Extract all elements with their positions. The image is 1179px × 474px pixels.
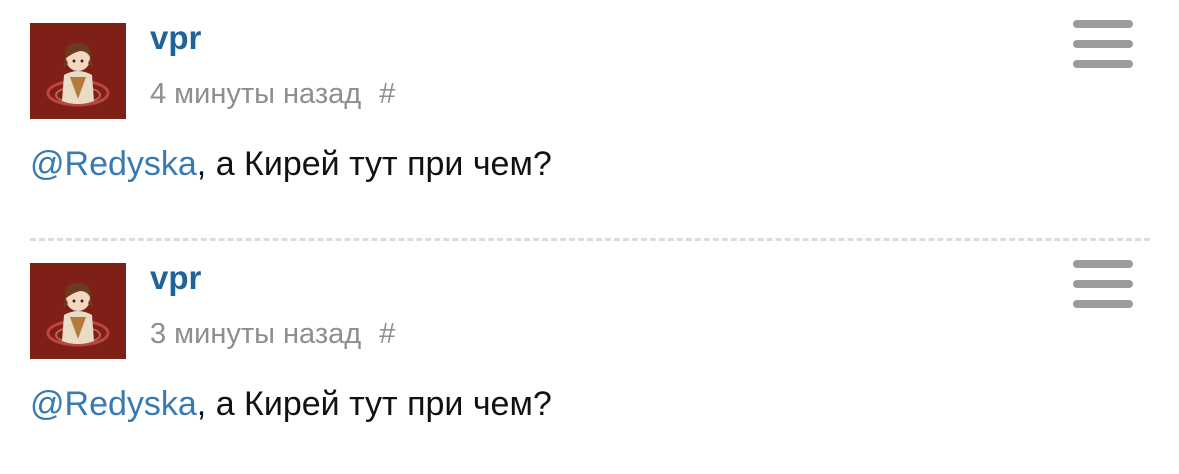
- comment-meta: 4 минуты назад #: [150, 75, 395, 113]
- hamburger-menu-icon[interactable]: [1070, 18, 1136, 70]
- comment-body: @Redyska, а Кирей тут при чем?: [30, 142, 552, 186]
- menu-bar: [1073, 300, 1133, 308]
- comment-author-link[interactable]: vpr: [150, 18, 201, 58]
- menu-bar: [1073, 40, 1133, 48]
- comment-item: vpr 4 минуты назад # @Redyska, а Кирей ту…: [0, 0, 1179, 230]
- comment-permalink[interactable]: #: [379, 318, 395, 350]
- hamburger-menu-icon[interactable]: [1070, 258, 1136, 310]
- comment-meta: 3 минуты назад #: [150, 315, 395, 353]
- comment-text: , а Кирей тут при чем?: [196, 145, 552, 183]
- comment-timestamp: 3 минуты назад: [150, 318, 362, 350]
- comment-body: @Redyska, а Кирей тут при чем?: [30, 382, 552, 426]
- comment-item: vpr 3 минуты назад # @Redyska, а Кирей ту…: [0, 240, 1179, 470]
- user-mention-link[interactable]: @Redyska: [30, 145, 197, 183]
- comment-timestamp: 4 минуты назад: [150, 78, 362, 110]
- menu-bar: [1073, 60, 1133, 68]
- menu-bar: [1073, 20, 1133, 28]
- user-avatar-icon[interactable]: [30, 263, 126, 359]
- user-mention-link[interactable]: @Redyska: [30, 385, 197, 423]
- user-avatar-icon[interactable]: [30, 23, 126, 119]
- comment-text: , а Кирей тут при чем?: [196, 385, 552, 423]
- comment-permalink[interactable]: #: [379, 78, 395, 110]
- menu-bar: [1073, 260, 1133, 268]
- comment-author-link[interactable]: vpr: [150, 258, 201, 298]
- menu-bar: [1073, 280, 1133, 288]
